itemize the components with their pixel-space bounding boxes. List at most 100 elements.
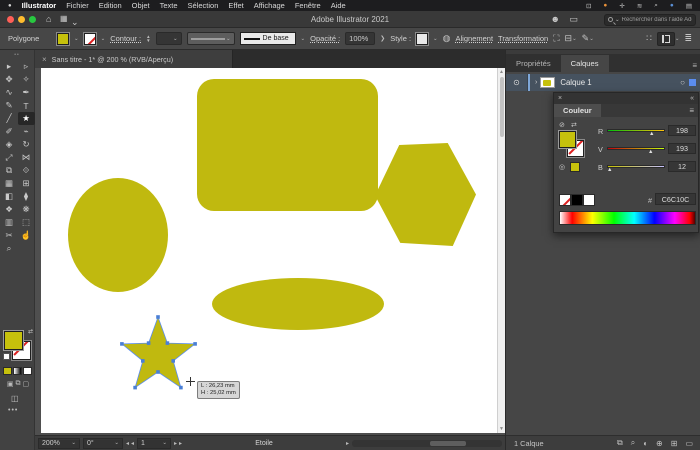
home-icon[interactable]: ⌂ bbox=[46, 14, 51, 24]
graph-tool[interactable]: ▥ bbox=[1, 216, 18, 229]
draw-normal-icon[interactable]: ▣ bbox=[7, 380, 14, 388]
horizontal-scroll-thumb[interactable] bbox=[430, 440, 466, 446]
toolbar-overflow-button[interactable]: ••• bbox=[8, 407, 18, 414]
slider-value-b[interactable]: 12 bbox=[668, 161, 696, 172]
arrange-documents-icon[interactable]: ▭ bbox=[569, 14, 578, 25]
share-document-icon[interactable]: ☻ bbox=[551, 14, 560, 24]
width-profile-dropdown[interactable]: ⌄ bbox=[186, 32, 235, 45]
panel-list-icon[interactable]: ≣ bbox=[684, 33, 692, 44]
scroll-down-icon[interactable]: ▼ bbox=[499, 426, 504, 432]
lasso-tool[interactable]: ∿ bbox=[1, 86, 18, 99]
eraser-tool[interactable]: ◈ bbox=[1, 138, 18, 151]
slider-value-r[interactable]: 198 bbox=[668, 125, 696, 136]
menu-item-effet[interactable]: Effet bbox=[228, 1, 243, 10]
status-menu-arrow-icon[interactable]: ▸ bbox=[346, 440, 349, 447]
menu-item-illustrator[interactable]: Illustrator bbox=[22, 1, 57, 10]
slice-tool[interactable]: ✂ bbox=[1, 229, 18, 242]
direct-selection-tool[interactable]: ▹ bbox=[18, 60, 35, 73]
maximize-window-button[interactable] bbox=[29, 16, 36, 23]
tab-couleur[interactable]: Couleur bbox=[554, 104, 601, 117]
couleur-menu-icon[interactable]: ≡ bbox=[689, 106, 694, 115]
canvas-area[interactable]: L : 26,23 mm H : 25,02 mm ▲ ▼ bbox=[35, 68, 505, 450]
scale-tool[interactable]: ⤢ bbox=[1, 151, 18, 164]
screen-record-icon[interactable]: ● bbox=[603, 2, 607, 9]
workspace-layout-icon[interactable]: ▦ bbox=[60, 14, 68, 23]
prev-artboard-icon[interactable]: ◂ bbox=[131, 440, 134, 447]
draw-behind-icon[interactable]: ⧉ bbox=[16, 380, 21, 388]
stroke-weight-dropdown[interactable]: ⌄ bbox=[155, 32, 182, 45]
color-spectrum-bar[interactable] bbox=[559, 211, 696, 225]
pen-tool[interactable]: ✒ bbox=[18, 86, 35, 99]
swap-fill-stroke-icon[interactable]: ⇄ bbox=[28, 328, 33, 335]
menu-item-fichier[interactable]: Fichier bbox=[66, 1, 89, 10]
curvature-tool[interactable]: ✎ bbox=[1, 99, 18, 112]
blend-tool[interactable]: ❖ bbox=[1, 203, 18, 216]
gradient-tool[interactable]: ◧ bbox=[1, 190, 18, 203]
shape-builder-tool[interactable]: ⟐ bbox=[18, 164, 35, 177]
contour-link[interactable]: Contour : bbox=[110, 34, 141, 43]
slider-track-b[interactable] bbox=[607, 165, 665, 168]
horizontal-scrollbar[interactable] bbox=[352, 439, 502, 447]
hex-value-field[interactable]: C6C10C bbox=[655, 193, 696, 205]
zoom-tool[interactable]: ⌕ bbox=[1, 242, 18, 255]
screen-mode-icon[interactable]: ◫ bbox=[11, 394, 19, 403]
opacity-link[interactable]: Opacité : bbox=[310, 34, 340, 43]
last-color-swatch[interactable] bbox=[570, 162, 580, 172]
wifi-icon[interactable]: ≋ bbox=[637, 2, 642, 10]
layer-selection-indicator[interactable] bbox=[689, 79, 696, 86]
ellipse-shape[interactable] bbox=[212, 278, 384, 330]
star-shape-selected[interactable] bbox=[119, 311, 199, 397]
siri-icon[interactable]: ● bbox=[670, 2, 674, 9]
collect-for-export-icon[interactable]: ⧉ bbox=[617, 438, 623, 448]
workspace-switcher[interactable]: ⌄ bbox=[656, 31, 679, 46]
menu-item-objet[interactable]: Objet bbox=[132, 1, 150, 10]
gradient-mode-button[interactable] bbox=[13, 367, 22, 375]
opacity-expand-icon[interactable]: ❯ bbox=[380, 35, 385, 42]
close-panel-icon[interactable]: × bbox=[558, 95, 562, 102]
menu-item-edition[interactable]: Edition bbox=[99, 1, 122, 10]
stroke-weight-stepper[interactable]: ▲ ▼ bbox=[146, 34, 150, 43]
layer-thumbnail[interactable] bbox=[540, 77, 556, 88]
none-color-icon[interactable]: ⊘ bbox=[559, 121, 565, 129]
rotation-dropdown[interactable]: 0° ⌄ bbox=[83, 437, 123, 449]
stroke-color-swatch[interactable] bbox=[82, 31, 97, 46]
shaper-tool[interactable]: ⌁ bbox=[18, 125, 35, 138]
menu-item-aide[interactable]: Aide bbox=[331, 1, 346, 10]
menu-item-selection[interactable]: Sélection bbox=[188, 1, 219, 10]
effects-group[interactable]: ✎ ⌄ bbox=[582, 33, 594, 44]
vertical-scrollbar[interactable]: ▲ ▼ bbox=[497, 68, 505, 433]
fill-proxy-swatch[interactable] bbox=[558, 130, 577, 149]
vertical-scroll-thumb[interactable] bbox=[499, 77, 504, 137]
none-mode-button[interactable] bbox=[23, 367, 32, 375]
perspective-grid-tool[interactable]: ▦ bbox=[1, 177, 18, 190]
slider-track-r[interactable] bbox=[607, 129, 665, 132]
star-path[interactable] bbox=[120, 315, 197, 389]
hand-tool[interactable]: ☝ bbox=[18, 229, 35, 242]
zoom-level-dropdown[interactable]: 200% ⌄ bbox=[38, 437, 80, 449]
minimize-window-button[interactable] bbox=[18, 16, 25, 23]
hexagon-shape[interactable] bbox=[375, 143, 476, 246]
color-mode-button[interactable] bbox=[3, 367, 12, 375]
line-tool[interactable]: ╱ bbox=[1, 112, 18, 125]
free-transform-tool[interactable]: ⧉ bbox=[1, 164, 18, 177]
alignment-link[interactable]: Alignement bbox=[456, 34, 494, 43]
layer-name[interactable]: Calque 1 bbox=[560, 78, 591, 87]
eyedropper-tool[interactable]: ⧫ bbox=[18, 190, 35, 203]
close-window-button[interactable] bbox=[7, 16, 14, 23]
rotate-tool[interactable]: ↻ bbox=[18, 138, 35, 151]
black-swatch[interactable] bbox=[571, 194, 583, 206]
slider-track-v[interactable] bbox=[607, 147, 665, 150]
layout-chevron-icon[interactable]: ⌄ bbox=[71, 17, 79, 28]
isolate-icon[interactable]: ⛶ bbox=[553, 33, 559, 44]
type-tool[interactable]: T bbox=[18, 99, 35, 112]
dots-grid-icon[interactable]: ∷ bbox=[646, 33, 652, 44]
opacity-value-field[interactable]: 100% bbox=[345, 32, 376, 45]
layer-row[interactable]: ⊙ › Calque 1 ○ bbox=[506, 74, 700, 91]
clipping-mask-icon[interactable]: ◐ bbox=[643, 439, 648, 448]
brush-chevron-icon[interactable]: ⌄ bbox=[301, 36, 306, 42]
layer-target-icon[interactable]: ○ bbox=[680, 78, 685, 87]
new-layer-icon[interactable]: ⊞ bbox=[671, 439, 678, 448]
style-chevron-icon[interactable]: ⌄ bbox=[433, 36, 438, 42]
tab-proprietes[interactable]: Propriétés bbox=[506, 55, 561, 72]
magic-wand-tool[interactable]: ✧ bbox=[18, 73, 35, 86]
